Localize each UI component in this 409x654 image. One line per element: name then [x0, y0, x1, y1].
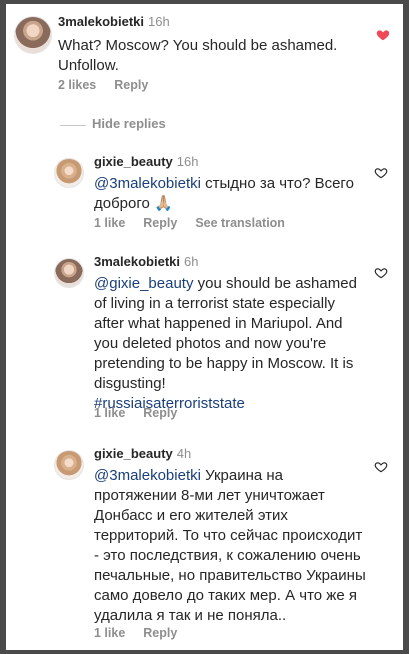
comments-screen: 3malekobietki 16h What? Moscow? You shoul… [6, 4, 403, 650]
comment-time: 4h [176, 446, 192, 461]
comment-time: 16h [148, 14, 170, 29]
avatar[interactable] [54, 450, 84, 480]
mention-link[interactable]: @3malekobietki [94, 175, 201, 192]
comment-text: you should be ashamed of living in a ter… [94, 275, 357, 392]
comment-text: Украина на протяжении 8-ми лет уничтожае… [94, 467, 366, 624]
heart-icon-liked[interactable] [376, 28, 390, 42]
hide-replies-button[interactable]: Hide replies [92, 116, 166, 131]
avatar[interactable] [14, 16, 52, 54]
reply-button[interactable]: Reply [143, 626, 177, 640]
heart-icon[interactable] [374, 460, 388, 474]
likes-count[interactable]: 1 like [94, 626, 125, 640]
hide-replies-line [60, 125, 86, 126]
mention-link[interactable]: @gixie_beauty [94, 275, 193, 292]
comment-time: 16h [176, 154, 199, 169]
see-translation-button[interactable]: See translation [195, 216, 285, 230]
likes-count[interactable]: 1 like [94, 216, 125, 230]
mention-link[interactable]: @3malekobietki [94, 467, 201, 484]
comment-username[interactable]: 3malekobietki [58, 14, 144, 29]
heart-icon[interactable] [374, 166, 388, 180]
likes-count[interactable]: 2 likes [58, 78, 96, 92]
avatar[interactable] [54, 158, 84, 188]
heart-icon[interactable] [374, 266, 388, 280]
reply-button[interactable]: Reply [143, 216, 177, 230]
comment-username[interactable]: gixie_beauty [94, 154, 173, 169]
reply-button[interactable]: Reply [114, 78, 148, 92]
comment-username[interactable]: 3malekobietki [94, 254, 180, 269]
reply-button[interactable]: Reply [143, 406, 177, 420]
comment-text: What? Moscow? You should be ashamed. Unf… [58, 37, 338, 74]
comment-username[interactable]: gixie_beauty [94, 446, 173, 461]
likes-count[interactable]: 1 like [94, 406, 125, 420]
avatar[interactable] [54, 258, 84, 288]
comment-time: 6h [184, 254, 199, 269]
